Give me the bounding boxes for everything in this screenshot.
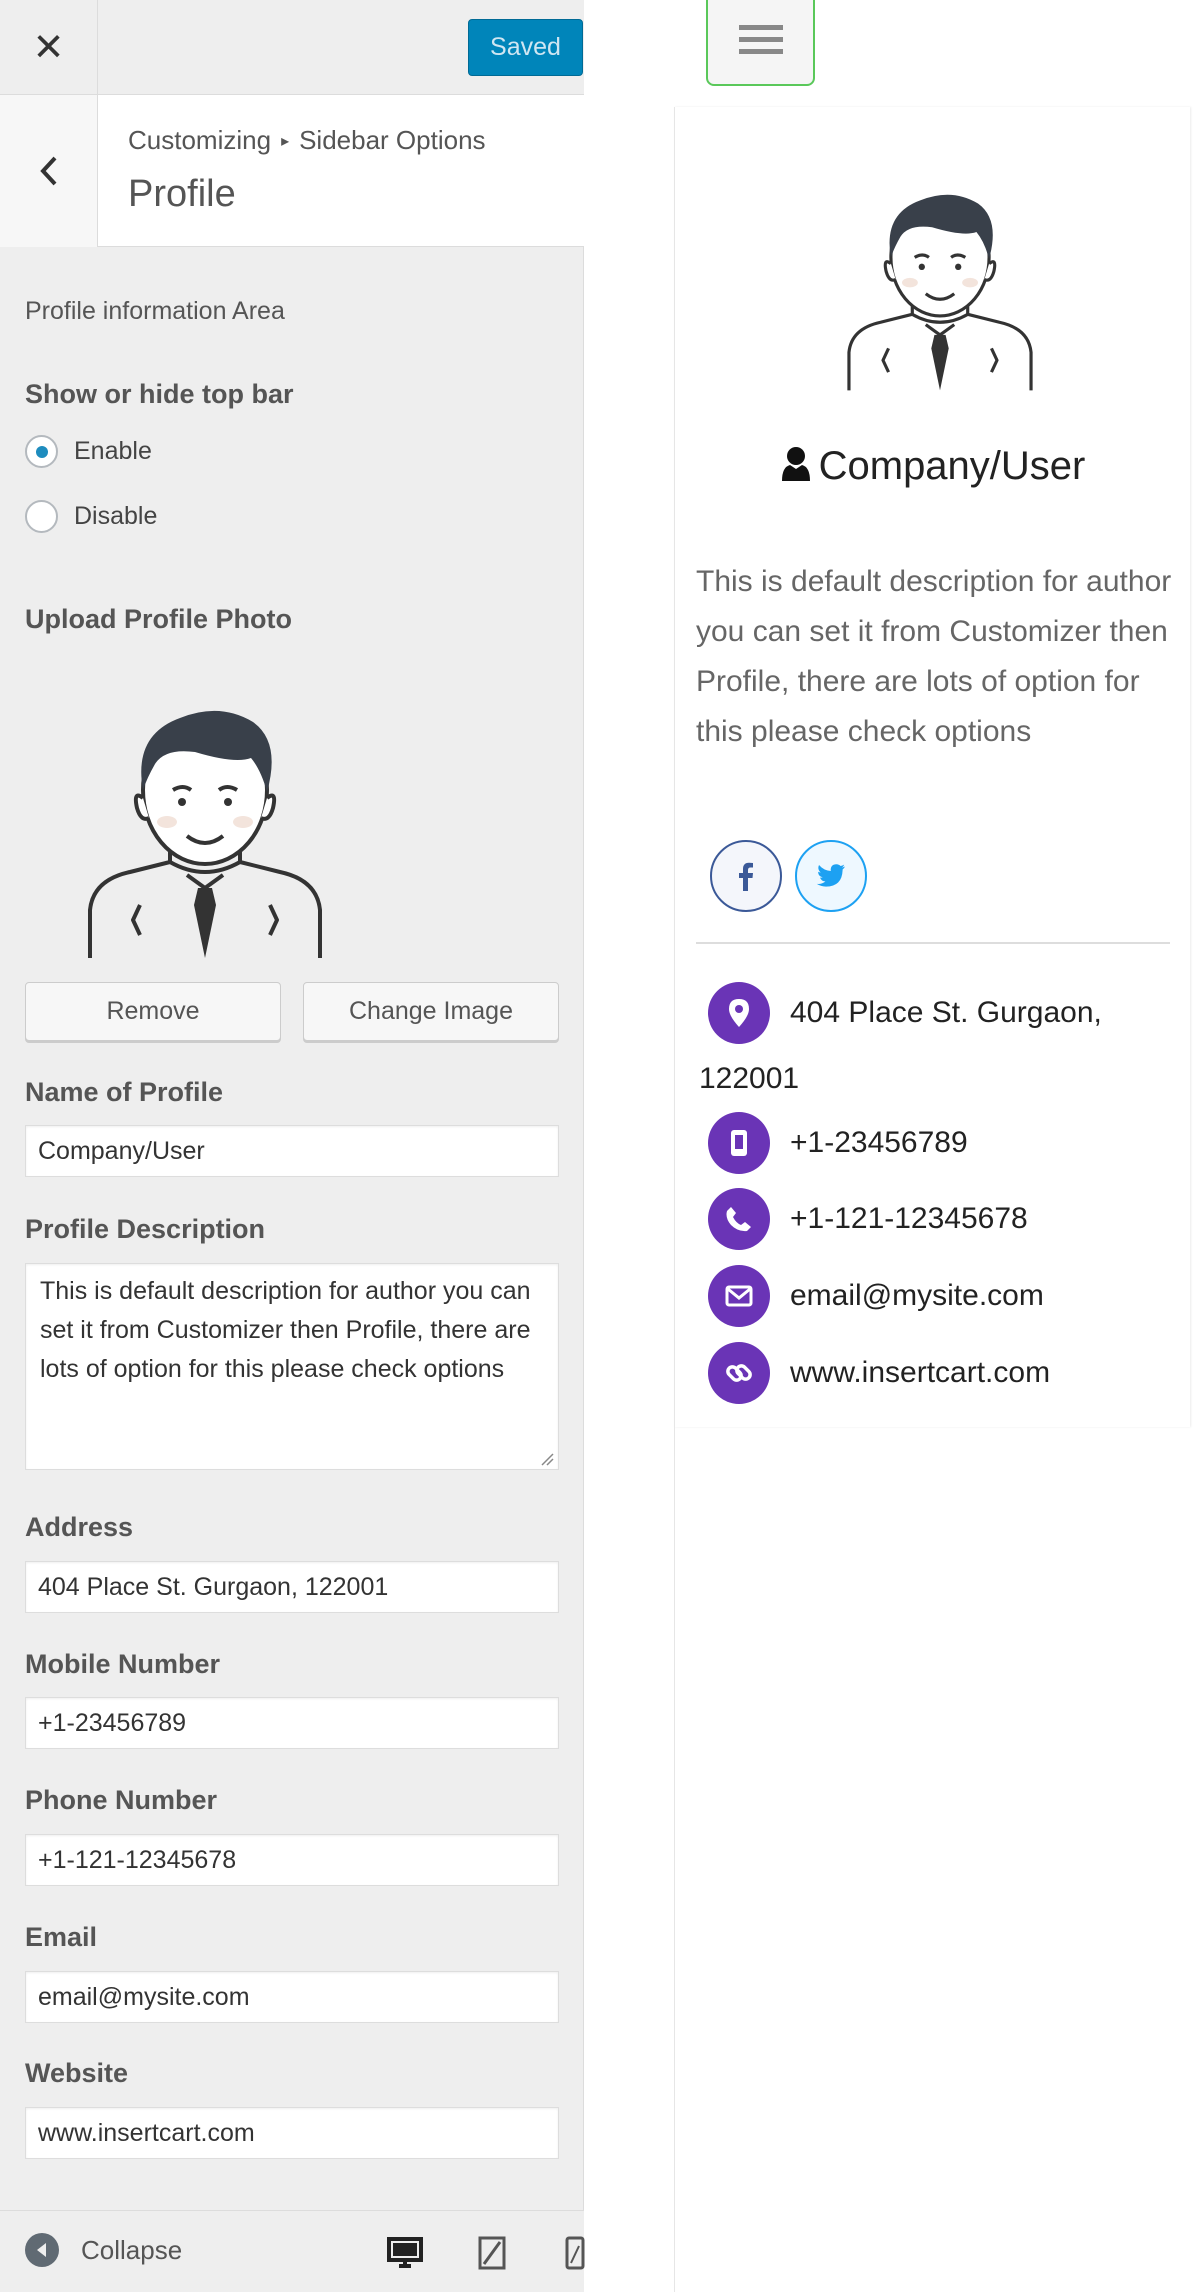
mobile-phone-icon — [708, 1112, 770, 1174]
radio-enable-circle[interactable] — [25, 435, 58, 468]
contact-address-line1: 404 Place St. Gurgaon, — [790, 996, 1102, 1029]
contact-email: email@mysite.com — [708, 1265, 1044, 1327]
customizer-header: ✕ Saved — [0, 0, 584, 95]
section-title: Profile — [128, 173, 236, 215]
contact-mobile: +1-23456789 — [708, 1112, 968, 1174]
name-field[interactable] — [25, 1125, 559, 1177]
resize-grip-icon[interactable] — [540, 1452, 554, 1466]
site-preview: Company/User This is default description… — [585, 0, 1200, 2292]
contact-website: www.insertcart.com — [708, 1342, 1050, 1404]
email-field[interactable] — [25, 1971, 559, 2023]
back-button[interactable] — [0, 95, 98, 247]
separator — [696, 942, 1170, 944]
contact-website-text: www.insertcart.com — [790, 1356, 1051, 1389]
close-icon: ✕ — [32, 27, 65, 69]
address-field[interactable] — [25, 1561, 559, 1613]
contact-phone-text: +1-121-12345678 — [790, 1202, 1028, 1235]
customizer-panel: ✕ Saved Customizing ▸ Sidebar Options Prof… — [0, 0, 585, 2292]
map-marker-icon — [708, 982, 770, 1044]
close-customizer-button[interactable]: ✕ — [0, 0, 98, 95]
customizer-footer: Collapse — [0, 2210, 585, 2292]
breadcrumb-root: Customizing — [128, 125, 272, 155]
user-icon — [781, 447, 810, 481]
phone-icon — [708, 1188, 770, 1250]
profile-widget: Company/User This is default description… — [674, 107, 1190, 1427]
hamburger-icon — [738, 25, 783, 54]
envelope-icon — [708, 1265, 770, 1327]
contact-mobile-text: +1-23456789 — [790, 1126, 968, 1159]
facebook-link[interactable] — [710, 840, 782, 912]
collapse-label: Collapse — [81, 2234, 183, 2265]
topbar-toggle-label: Show or hide top bar — [25, 379, 294, 409]
contact-address: 404 Place St. Gurgaon, — [708, 982, 1102, 1044]
profile-photo-thumbnail — [88, 710, 322, 958]
upload-photo-label: Upload Profile Photo — [25, 604, 292, 634]
radio-disable-label: Disable — [74, 502, 158, 530]
name-field-label: Name of Profile — [25, 1077, 224, 1107]
breadcrumb: Customizing ▸ Sidebar Options — [128, 125, 486, 156]
breadcrumb-parent: Sidebar Options — [299, 125, 486, 155]
profile-name-heading: Company/User — [675, 444, 1191, 489]
link-icon — [708, 1342, 770, 1404]
radio-enable-label: Enable — [74, 437, 152, 465]
contact-email-text: email@mysite.com — [790, 1279, 1044, 1312]
preview-column-border — [674, 1427, 675, 2292]
area-description: Profile information Area — [25, 297, 285, 325]
description-field-label: Profile Description — [25, 1214, 266, 1244]
email-field-label: Email — [25, 1922, 98, 1952]
radio-disable-circle[interactable] — [25, 500, 58, 533]
save-button[interactable]: Saved — [468, 19, 583, 76]
address-field-label: Address — [25, 1512, 134, 1542]
remove-image-button[interactable]: Remove — [25, 982, 281, 1041]
profile-description: This is default description for author y… — [696, 565, 1172, 748]
website-field[interactable] — [25, 2107, 559, 2159]
collapse-button[interactable]: Collapse — [25, 2233, 182, 2267]
radio-disable[interactable]: Disable — [25, 500, 157, 533]
description-field[interactable]: This is default description for author y… — [25, 1263, 559, 1470]
collapse-icon — [25, 2233, 59, 2267]
change-image-button[interactable]: Change Image — [303, 982, 559, 1041]
contact-address-cont: 122001 — [699, 1062, 799, 1096]
phone-field-label: Phone Number — [25, 1785, 218, 1815]
desktop-icon[interactable] — [385, 2233, 425, 2273]
menu-toggle-button[interactable] — [706, 0, 815, 86]
profile-avatar — [847, 194, 1033, 391]
contact-address-line2: 122001 — [699, 1062, 800, 1095]
breadcrumb-arrow-icon: ▸ — [281, 133, 290, 150]
twitter-icon — [816, 864, 845, 887]
contact-phone: +1-121-12345678 — [708, 1188, 1028, 1250]
twitter-link[interactable] — [795, 840, 867, 912]
tablet-icon[interactable] — [472, 2233, 512, 2273]
phone-field[interactable] — [25, 1834, 559, 1886]
facebook-icon — [739, 862, 753, 891]
mobile-field-label: Mobile Number — [25, 1649, 221, 1679]
radio-enable[interactable]: Enable — [25, 435, 152, 468]
chevron-left-icon — [39, 156, 56, 186]
website-field-label: Website — [25, 2058, 129, 2088]
mobile-field[interactable] — [25, 1697, 559, 1749]
section-header: Customizing ▸ Sidebar Options Profile — [0, 95, 584, 247]
profile-name: Company/User — [818, 444, 1086, 488]
